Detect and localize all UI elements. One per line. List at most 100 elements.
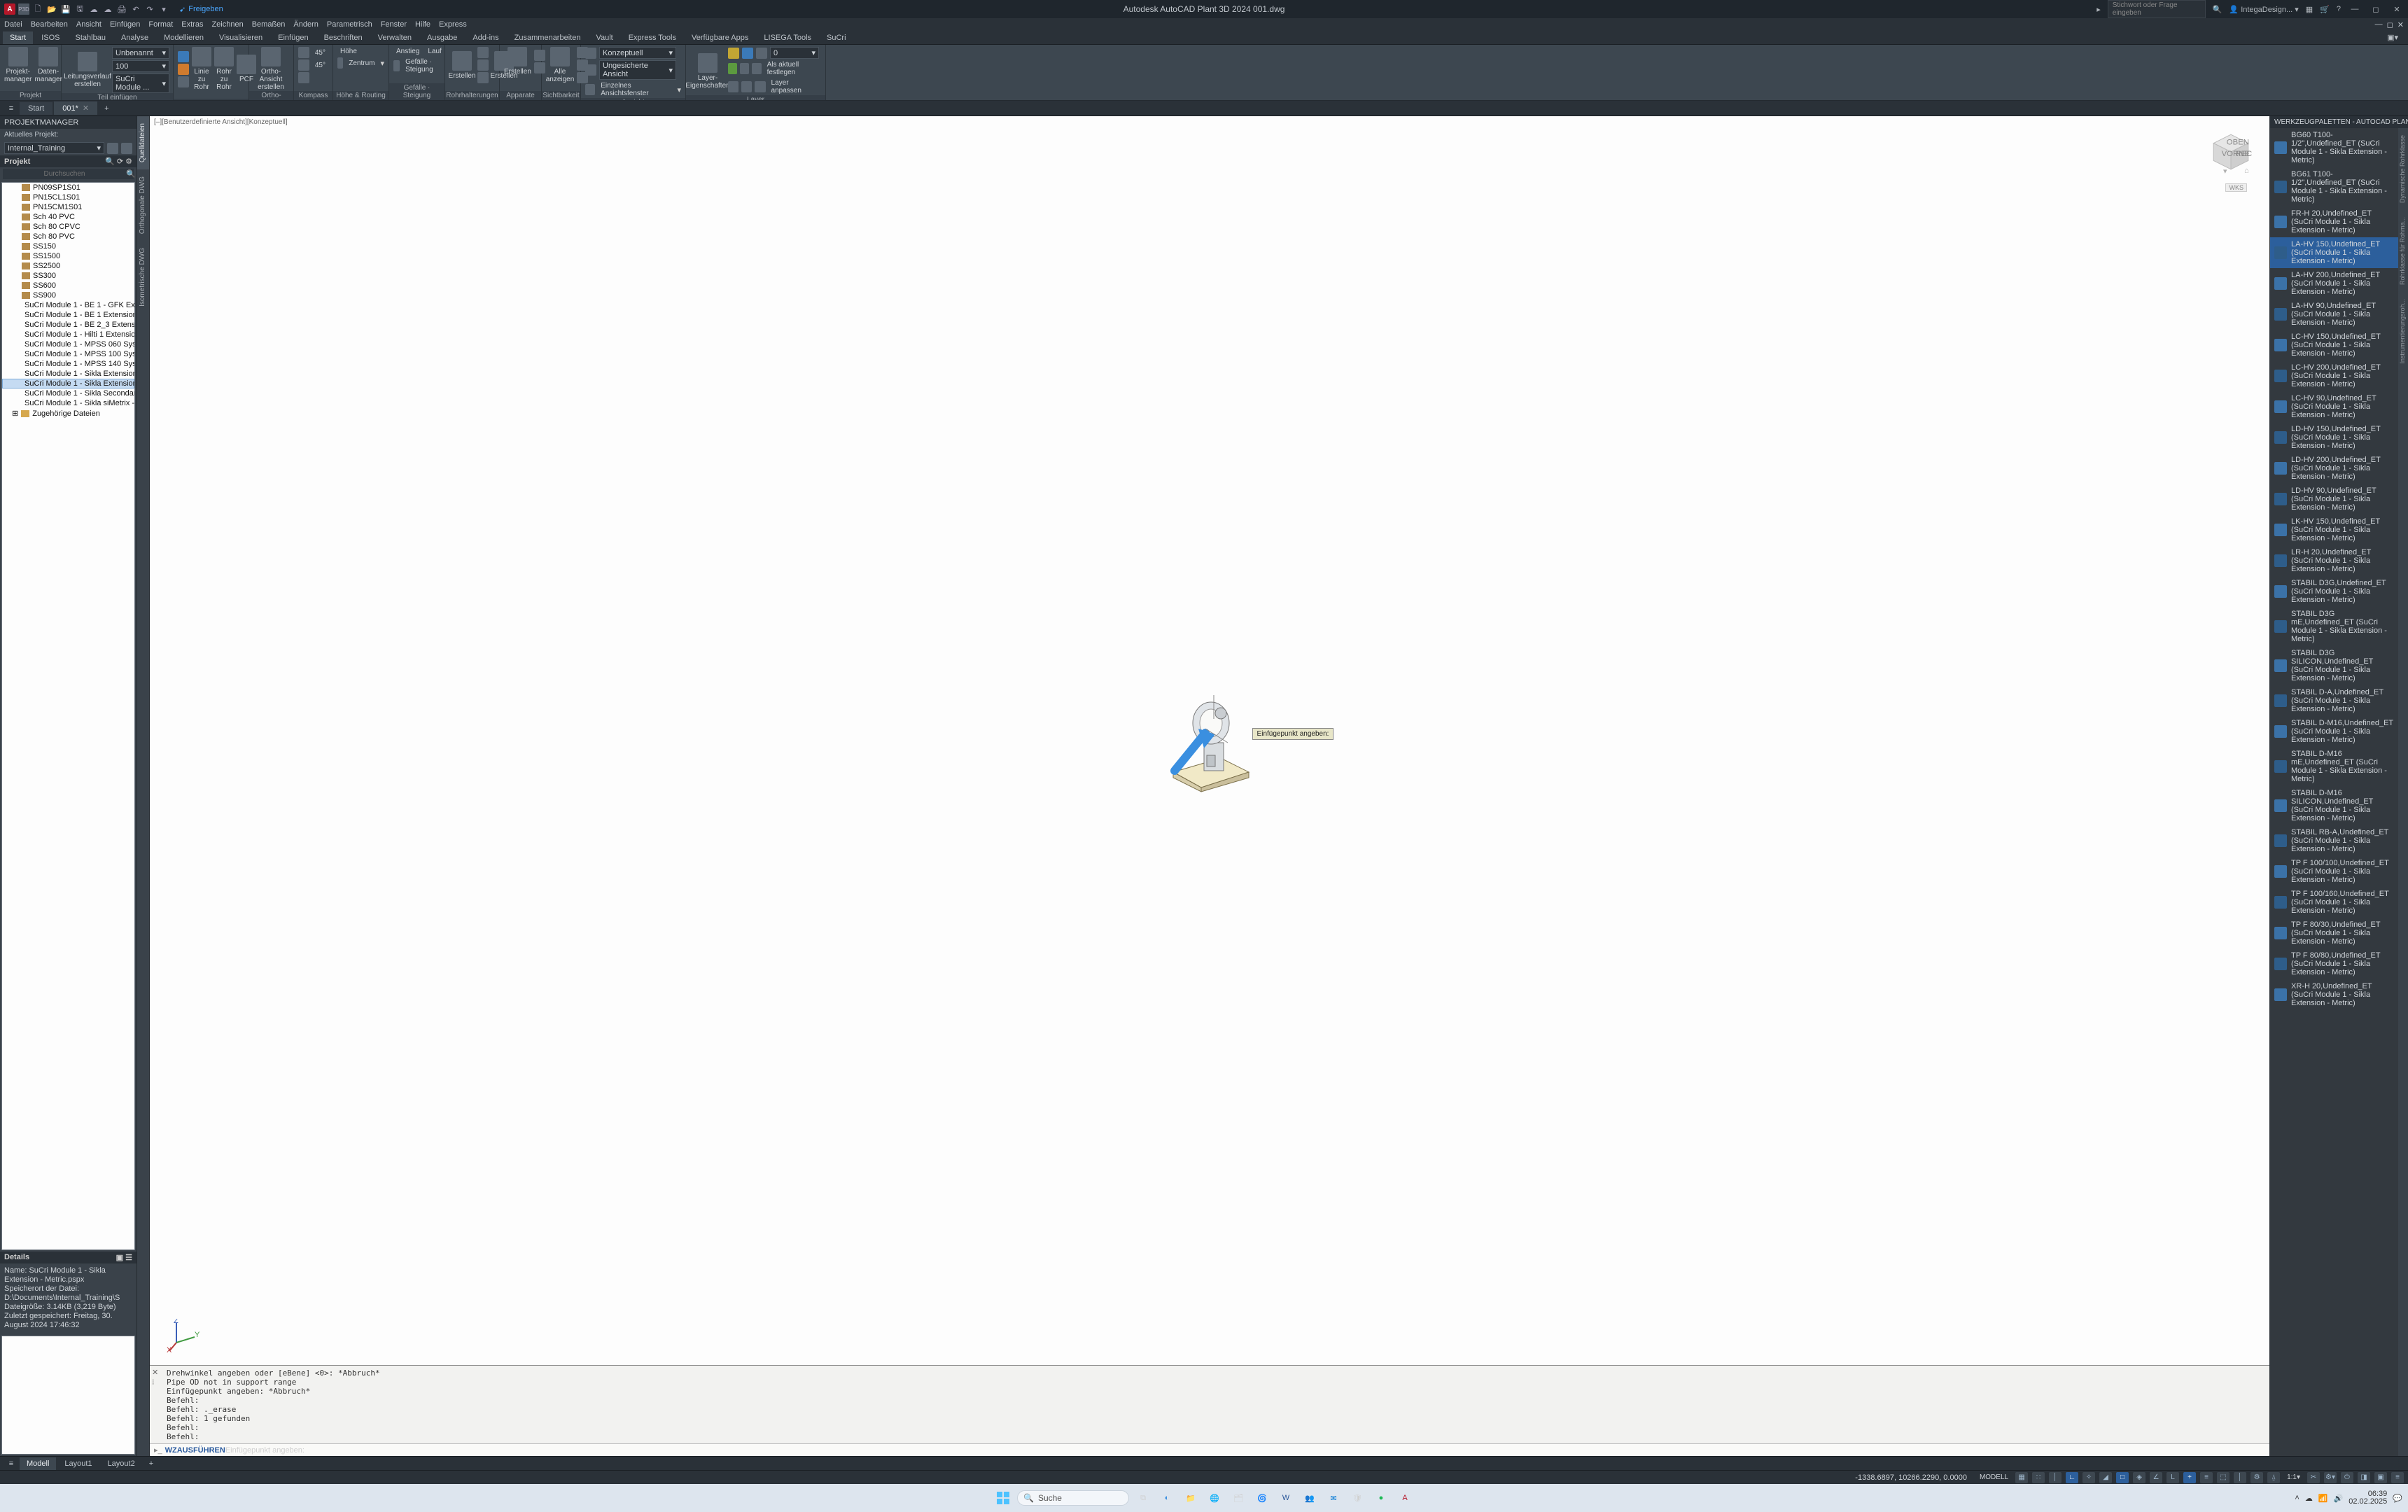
- compass-cw-icon[interactable]: [298, 59, 309, 71]
- menu-bemassen[interactable]: Bemaßen: [252, 20, 286, 29]
- teams-icon[interactable]: 👥: [1300, 1488, 1320, 1508]
- qat-plot-icon[interactable]: 🖨: [116, 4, 127, 15]
- palette-item[interactable]: TP F 100/100,Undefined_ET (SuCri Module …: [2270, 856, 2398, 887]
- palette-item[interactable]: LA-HV 90,Undefined_ET (SuCri Module 1 - …: [2270, 299, 2398, 330]
- layout-tab-add[interactable]: +: [144, 1457, 159, 1470]
- ribbon-tab-isos[interactable]: ISOS: [34, 31, 66, 44]
- qat-saveas-icon[interactable]: 🖫: [74, 4, 85, 15]
- palette-item[interactable]: STABIL D-M16 SILICON,Undefined_ET (SuCri…: [2270, 786, 2398, 825]
- clean-screen-icon[interactable]: ▣: [2374, 1472, 2387, 1483]
- ortho-toggle-icon[interactable]: ∟: [2066, 1472, 2078, 1483]
- tree-item[interactable]: SuCri Module 1 - Hilti 1 Extension: [2, 330, 134, 340]
- ribbon-tab-apps[interactable]: Verfügbare Apps: [685, 31, 755, 44]
- tool-palette-list[interactable]: BG60 T100-1/2",Undefined_ET (SuCri Modul…: [2270, 128, 2398, 1456]
- palette-item[interactable]: LD-HV 150,Undefined_ET (SuCri Module 1 -…: [2270, 422, 2398, 453]
- route3-icon[interactable]: [178, 76, 189, 88]
- layout-tab-modell[interactable]: Modell: [20, 1457, 56, 1470]
- menu-hilfe[interactable]: Hilfe: [415, 20, 430, 29]
- palette-item[interactable]: LC-HV 90,Undefined_ET (SuCri Module 1 - …: [2270, 391, 2398, 422]
- doc-restore-icon[interactable]: ◻: [2387, 20, 2393, 29]
- polar-toggle-icon[interactable]: ✧: [2082, 1472, 2095, 1483]
- ws-switch-icon[interactable]: ⚙▾: [2324, 1472, 2337, 1483]
- tree-item[interactable]: SS1500: [2, 251, 134, 261]
- menu-fenster[interactable]: Fenster: [381, 20, 407, 29]
- chrome-icon[interactable]: 🌐: [1205, 1488, 1224, 1508]
- annoscale[interactable]: 1:1▾: [2284, 1474, 2303, 1481]
- tree-item[interactable]: SuCri Module 1 - MPSS 140 Systemteile: [2, 359, 134, 369]
- spotify-icon[interactable]: ●: [1371, 1488, 1391, 1508]
- pm-tab-projekt[interactable]: Projekt: [4, 158, 30, 166]
- palette-item[interactable]: TP F 100/160,Undefined_ET (SuCri Module …: [2270, 887, 2398, 918]
- layer-dropdown[interactable]: 0▾: [770, 47, 819, 59]
- nav-home-icon[interactable]: ⌂: [2244, 167, 2257, 176]
- qat-dropdown-icon[interactable]: ▾: [158, 4, 169, 15]
- doc-tab-001[interactable]: 001*✕: [54, 102, 97, 115]
- lwt-toggle-icon[interactable]: ≡: [2200, 1472, 2213, 1483]
- qat-new-icon[interactable]: 🗋: [32, 4, 43, 15]
- ann-mon-icon[interactable]: ⍙: [2267, 1472, 2280, 1483]
- tp-tab-instr[interactable]: Instrumentierungsroh...: [2398, 292, 2408, 371]
- ribbon-tab-ausgabe[interactable]: Ausgabe: [420, 31, 464, 44]
- side-tab-orthogonal[interactable]: Orthogonale DWG: [137, 169, 149, 241]
- hw-accel-icon[interactable]: ⏻: [2341, 1472, 2353, 1483]
- tree-item[interactable]: PN15CM1S01: [2, 202, 134, 212]
- sup2-icon[interactable]: [477, 59, 489, 71]
- tray-onedrive-icon[interactable]: ☁: [2305, 1494, 2313, 1503]
- tray-volume-icon[interactable]: 🔊: [2334, 1494, 2344, 1503]
- palette-item[interactable]: BG61 T100-1/2",Undefined_ET (SuCri Modul…: [2270, 167, 2398, 206]
- tree-item[interactable]: PN09SP1S01: [2, 183, 134, 192]
- close-button[interactable]: ✕: [2390, 5, 2404, 14]
- module-dropdown[interactable]: SuCri Module ...▾: [112, 74, 169, 93]
- pm-search-toggle-icon[interactable]: 🔍: [105, 158, 115, 166]
- halterung-erstellen-button[interactable]: Erstellen: [449, 51, 475, 80]
- autocad-taskbar-icon[interactable]: A: [1395, 1488, 1415, 1508]
- search-chevron-icon[interactable]: ▸: [2096, 5, 2101, 14]
- tp-tab-rohrklasse[interactable]: Rohrklasse für Rohma...: [2398, 210, 2408, 292]
- tray-chevron-icon[interactable]: ˄: [2295, 1494, 2299, 1502]
- doc-close-icon[interactable]: ✕: [2398, 20, 2404, 29]
- palette-item[interactable]: STABIL D3G mE,Undefined_ET (SuCri Module…: [2270, 607, 2398, 646]
- ribbon-tab-einfuegen[interactable]: Einfügen: [271, 31, 315, 44]
- ribbon-tab-express[interactable]: Express Tools: [622, 31, 683, 44]
- explorer-icon[interactable]: 📁: [1181, 1488, 1200, 1508]
- word-icon[interactable]: W: [1276, 1488, 1296, 1508]
- palette-item[interactable]: STABIL D3G SILICON,Undefined_ET (SuCri M…: [2270, 646, 2398, 685]
- qat-cloud-save-icon[interactable]: ☁: [102, 4, 113, 15]
- tpy-toggle-icon[interactable]: ⬚: [2217, 1472, 2230, 1483]
- search-icon[interactable]: 🔍: [2213, 5, 2222, 14]
- doc-tab-new[interactable]: +: [99, 102, 114, 115]
- edge-icon[interactable]: 🌀: [1252, 1488, 1272, 1508]
- tree-item[interactable]: SuCri Module 1 - Sikla siMetrix - Metric: [2, 398, 134, 408]
- layout-tab-layout2[interactable]: Layout2: [101, 1457, 142, 1470]
- pm-refresh-icon[interactable]: ⟳: [117, 158, 123, 166]
- doc-menu-icon[interactable]: ≡: [4, 104, 18, 113]
- ucs-icon[interactable]: Z Y X: [167, 1319, 200, 1352]
- rohr-zu-rohr-button[interactable]: Rohr zu Rohr: [214, 47, 234, 91]
- qat-save-icon[interactable]: 💾: [60, 4, 71, 15]
- files-icon[interactable]: 🗂: [1228, 1488, 1248, 1508]
- defender-icon[interactable]: 🛡: [1348, 1488, 1367, 1508]
- command-input[interactable]: ▸_ WZAUSFÜHREN Einfügepunkt angeben:: [150, 1443, 2269, 1456]
- size-dropdown[interactable]: 100▾: [112, 60, 169, 72]
- dynucs-toggle-icon[interactable]: L: [2166, 1472, 2179, 1483]
- tree-folder[interactable]: ⊞ Zugehörige Dateien: [2, 408, 134, 419]
- side-tab-isometrisch[interactable]: Isometrische DWG: [137, 241, 149, 314]
- ribbon-tab-zusammenarbeiten[interactable]: Zusammenarbeiten: [507, 31, 588, 44]
- ribbon-tab-start[interactable]: Start: [3, 31, 33, 44]
- details-list-icon[interactable]: ☰: [125, 1254, 132, 1262]
- snap-toggle-icon[interactable]: ∷: [2032, 1472, 2045, 1483]
- lm2-icon[interactable]: [740, 63, 749, 74]
- start-button[interactable]: [993, 1488, 1013, 1508]
- ribbon-tab-analyse[interactable]: Analyse: [114, 31, 155, 44]
- menu-datei[interactable]: Datei: [4, 20, 22, 29]
- tree-item[interactable]: SuCri Module 1 - MPSS 060 Systemteile: [2, 340, 134, 349]
- sup1-icon[interactable]: [477, 47, 489, 58]
- menu-parametrisch[interactable]: Parametrisch: [327, 20, 372, 29]
- task-view-icon[interactable]: ⧉: [1133, 1488, 1153, 1508]
- tree-item[interactable]: PN15CL1S01: [2, 192, 134, 202]
- lm1-icon[interactable]: [728, 63, 737, 74]
- view-icon[interactable]: [585, 64, 596, 76]
- tp-tab-dynamische[interactable]: Dynamische Rohrklasse: [2398, 128, 2408, 210]
- palette-item[interactable]: LR-H 20,Undefined_ET (SuCri Module 1 - S…: [2270, 545, 2398, 576]
- ortho-ansicht-button[interactable]: Ortho-Ansicht erstellen: [253, 47, 288, 91]
